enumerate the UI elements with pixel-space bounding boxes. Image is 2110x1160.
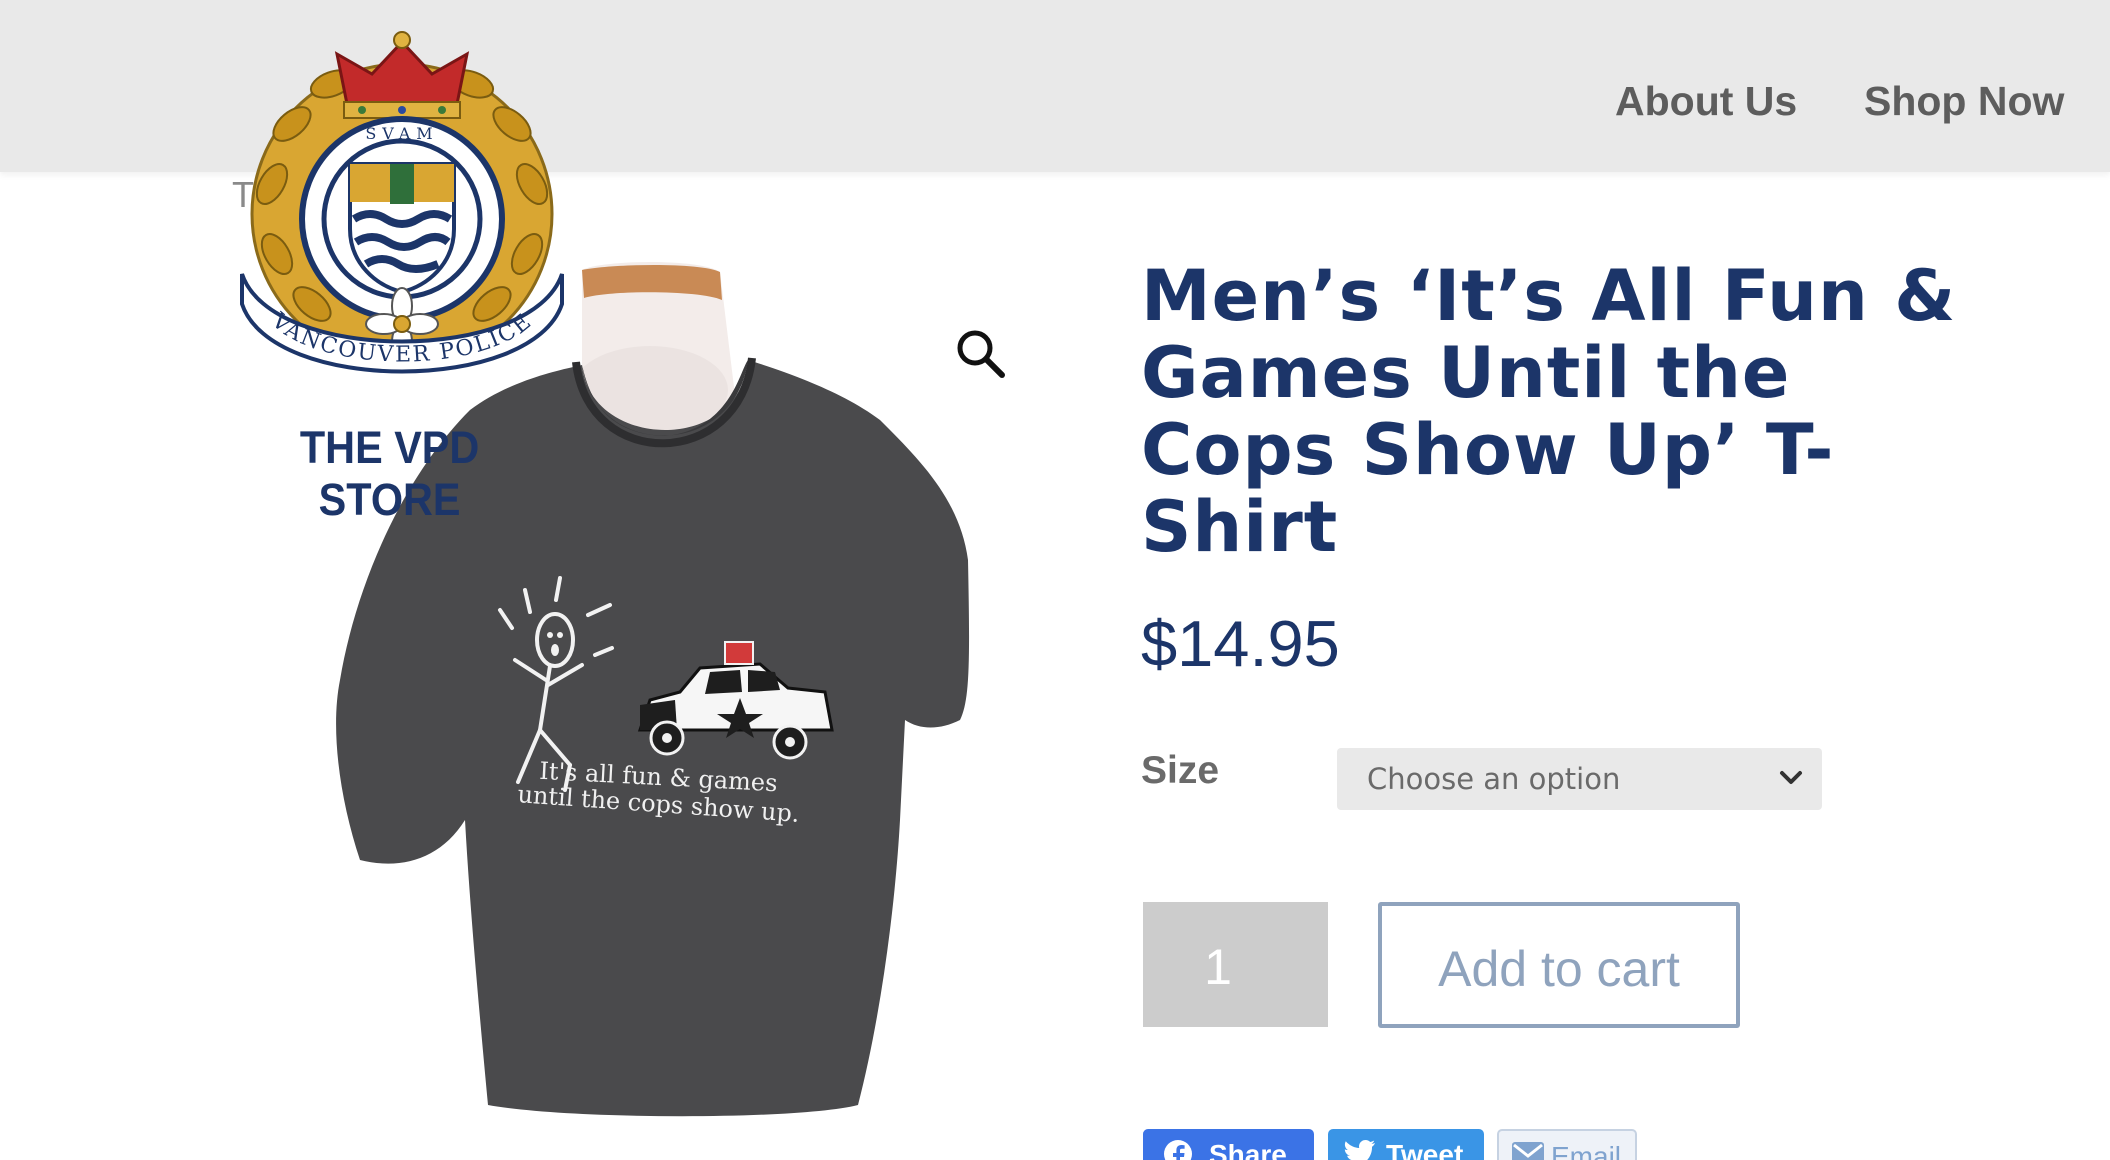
facebook-icon — [1164, 1140, 1192, 1160]
nav-about-us[interactable]: About Us — [1615, 78, 1797, 125]
quantity-input[interactable]: 1 — [1143, 902, 1328, 1027]
nav-shop-now[interactable]: Shop Now — [1864, 78, 2064, 125]
email-share-button[interactable]: Email — [1497, 1129, 1637, 1160]
chevron-down-icon — [1780, 771, 1802, 784]
twitter-share-label: Tweet — [1386, 1139, 1464, 1160]
size-select[interactable]: Choose an option — [1337, 748, 1822, 810]
vpd-crest-icon: SVAM VANCOUVER POLICE — [240, 31, 564, 374]
crest-motto: SVAM — [365, 124, 438, 143]
facebook-share-button[interactable]: Share — [1143, 1129, 1314, 1160]
twitter-icon — [1344, 1140, 1375, 1160]
page: About Us Shop Now T- It's all fun & game… — [0, 0, 2110, 1160]
email-icon — [1512, 1142, 1544, 1160]
size-select-value: Choose an option — [1367, 762, 1621, 796]
email-share-label: Email — [1551, 1141, 1622, 1160]
magnifier-icon[interactable] — [953, 326, 1009, 382]
product-title: Men’s ‘It’s All Fun & Games Until the Co… — [1141, 255, 1957, 568]
add-to-cart-button[interactable]: Add to cart — [1378, 902, 1740, 1028]
add-to-cart-label: Add to cart — [1438, 941, 1680, 997]
quantity-value: 1 — [1204, 939, 1232, 995]
site-logo[interactable]: SVAM VANCOUVER POLICE THE VPD STORE — [232, 24, 572, 525]
facebook-share-label: Share — [1209, 1139, 1287, 1160]
logo-text: THE VPD STORE — [299, 422, 480, 525]
twitter-share-button[interactable]: Tweet — [1328, 1129, 1484, 1160]
product-price: $14.95 — [1141, 607, 1340, 680]
size-label: Size — [1141, 749, 1220, 792]
